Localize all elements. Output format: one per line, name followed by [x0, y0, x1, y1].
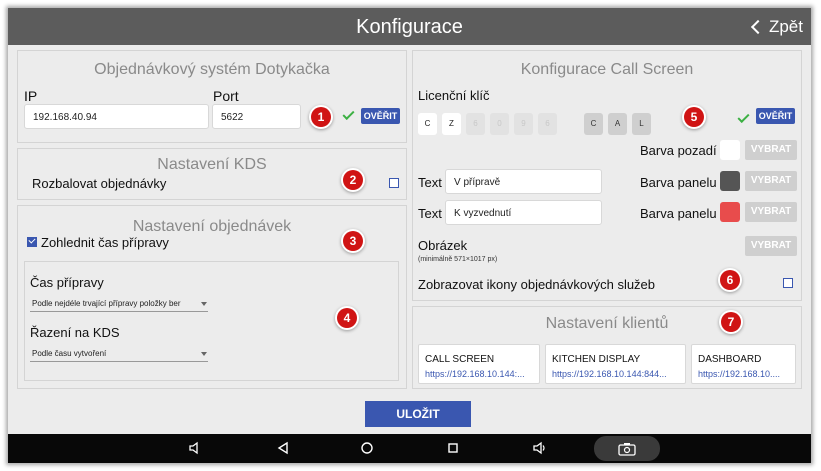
- callout-badge-6: 6: [720, 270, 740, 290]
- client-name: CALL SCREEN: [425, 354, 495, 365]
- image-label: Obrázek: [418, 238, 468, 253]
- client-name: KITCHEN DISPLAY: [552, 354, 641, 365]
- home-circle-icon[interactable]: [360, 441, 374, 455]
- chevron-left-icon: [750, 19, 766, 35]
- ip-input[interactable]: 192.168.40.94: [24, 104, 209, 129]
- bg-color-label: Barva pozadí: [640, 143, 717, 158]
- port-input[interactable]: 5622: [212, 104, 301, 129]
- expand-orders-checkbox[interactable]: [389, 178, 399, 188]
- back-label: Zpět: [768, 17, 803, 36]
- text2-input[interactable]: K vyzvednutí: [445, 200, 602, 225]
- back-triangle-icon[interactable]: [276, 441, 290, 455]
- license-key-char[interactable]: A: [608, 113, 627, 135]
- client-url[interactable]: https://192.168.10....: [698, 369, 780, 379]
- page-title: Konfigurace: [356, 16, 463, 38]
- clients-title: Nastavení klientů: [545, 315, 669, 332]
- callout-badge-5: 5: [684, 107, 704, 127]
- license-key-char[interactable]: 6: [538, 113, 557, 135]
- callout-badge-4: 4: [337, 308, 357, 328]
- callscreen-verify-button[interactable]: OVĚŘIT: [756, 108, 795, 124]
- prep-time-checkbox[interactable]: [27, 237, 37, 247]
- license-key-char[interactable]: 9: [514, 113, 533, 135]
- license-key-char[interactable]: 6: [466, 113, 485, 135]
- callscreen-title: Konfigurace Call Screen: [520, 61, 694, 78]
- volume-up-icon[interactable]: [532, 441, 548, 455]
- callout-badge-3: 3: [343, 231, 363, 251]
- callout-badge-2: 2: [343, 170, 363, 190]
- client-name: DASHBOARD: [698, 354, 762, 365]
- sort-label: Řazení na KDS: [30, 325, 120, 340]
- system-nav-bar: [8, 434, 811, 463]
- panel-color-swatch: [720, 202, 740, 222]
- show-icons-label: Zobrazovat ikony objednávkových služeb: [418, 277, 656, 292]
- license-label: Licenční klíč: [418, 88, 490, 103]
- panel-color-choose-button[interactable]: VYBRAT: [745, 171, 797, 191]
- port-label: Port: [213, 88, 239, 104]
- dotykacka-verify-button[interactable]: OVĚŘIT: [361, 108, 400, 124]
- callout-badge-1: 1: [311, 107, 331, 127]
- recents-square-icon[interactable]: [446, 441, 460, 455]
- save-button[interactable]: ULOŽIT: [365, 401, 471, 427]
- expand-orders-label: Rozbalovat objednávky: [32, 176, 167, 191]
- panel-color-label: Barva panelu: [640, 206, 717, 221]
- prep-time-label: Zohlednit čas přípravy: [41, 235, 169, 250]
- bg-color-swatch: [720, 140, 740, 160]
- text2-label: Text: [418, 206, 442, 221]
- chevron-down-icon: [201, 352, 207, 356]
- panel-color-choose-button[interactable]: VYBRAT: [745, 202, 797, 222]
- sort-select-value: Podle času vytvoření: [32, 349, 107, 358]
- app-window: Konfigurace Zpět Objednávkový systém Dot…: [8, 8, 811, 463]
- license-key-char[interactable]: 0: [490, 113, 509, 135]
- license-key-char[interactable]: C: [584, 113, 603, 135]
- sort-select[interactable]: Podle času vytvoření: [30, 346, 208, 362]
- license-key-char[interactable]: Z: [442, 113, 461, 135]
- client-url[interactable]: https://192.168.10.144:...: [425, 369, 525, 379]
- license-key-char[interactable]: L: [632, 113, 651, 135]
- camera-icon: [618, 443, 636, 456]
- prep-time-select[interactable]: Podle nejdéle trvající přípravy položky …: [30, 296, 208, 312]
- dotykacka-title: Objednávkový systém Dotykačka: [94, 61, 330, 78]
- client-url[interactable]: https://192.168.10.144:844...: [552, 369, 667, 379]
- back-button[interactable]: Zpět: [750, 17, 803, 37]
- panel-color-label: Barva panelu: [640, 175, 717, 190]
- volume-down-icon[interactable]: [188, 441, 202, 455]
- license-key-char[interactable]: C: [418, 113, 437, 135]
- prep-time-select-label: Čas přípravy: [30, 275, 104, 290]
- image-choose-button[interactable]: VYBRAT: [745, 236, 797, 256]
- top-bar: Konfigurace Zpět: [8, 8, 811, 45]
- screenshot-button[interactable]: [594, 436, 660, 461]
- panel-color-swatch: [720, 171, 740, 191]
- client-card-dashboard[interactable]: DASHBOARD https://192.168.10....: [691, 344, 796, 384]
- text1-input[interactable]: V přípravě: [445, 169, 602, 194]
- text1-label: Text: [418, 175, 442, 190]
- prep-time-select-value: Podle nejdéle trvající přípravy položky …: [32, 299, 181, 308]
- dotykacka-panel: Objednávkový systém Dotykačka: [17, 50, 407, 143]
- chevron-down-icon: [201, 302, 207, 306]
- client-card-kitchen-display[interactable]: KITCHEN DISPLAY https://192.168.10.144:8…: [545, 344, 686, 384]
- show-icons-checkbox[interactable]: [783, 278, 793, 288]
- bg-color-choose-button[interactable]: VYBRAT: [745, 140, 797, 160]
- image-hint: (minimálně 571×1017 px): [418, 256, 498, 263]
- ip-label: IP: [24, 88, 38, 104]
- callout-badge-7: 7: [721, 312, 741, 332]
- client-card-call-screen[interactable]: CALL SCREEN https://192.168.10.144:...: [418, 344, 540, 384]
